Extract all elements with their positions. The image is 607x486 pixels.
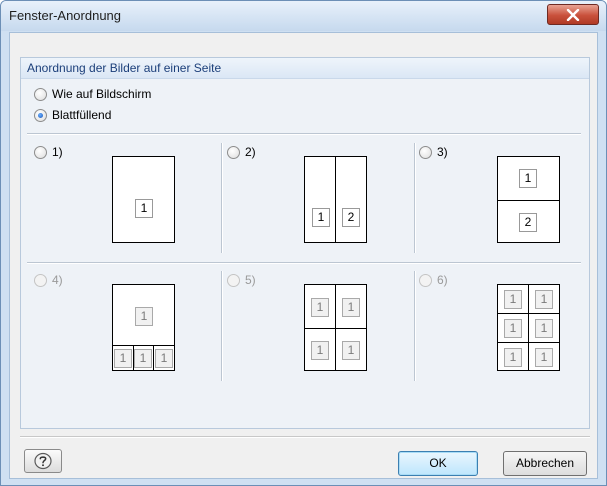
cell-number: 1 xyxy=(535,348,553,367)
cell-number: 1 xyxy=(342,341,360,360)
layout-4-label[interactable]: 4) xyxy=(52,273,63,287)
separator-middle xyxy=(27,262,581,264)
radio-blattfuellend[interactable] xyxy=(34,109,47,122)
close-button[interactable] xyxy=(547,4,599,25)
dialog-window: Fenster-Anordnung Anordnung der Bilder a… xyxy=(0,0,607,486)
separator-top xyxy=(27,133,581,135)
radio-label-blattfuellend[interactable]: Blattfüllend xyxy=(52,108,111,122)
cell-number: 1 xyxy=(519,169,537,188)
radio-layout-6[interactable] xyxy=(419,274,432,287)
cell-number: 1 xyxy=(504,319,522,338)
cell-number: 1 xyxy=(155,349,173,368)
group-title: Anordnung der Bilder auf einer Seite xyxy=(27,61,222,75)
vertical-separator xyxy=(221,143,223,253)
layout-3-preview[interactable]: 1 2 xyxy=(497,156,560,243)
cell-number: 1 xyxy=(312,208,330,227)
layout-6-preview[interactable]: 1 1 1 1 1 1 xyxy=(497,284,560,371)
group-body: Wie auf Bildschirm Blattfüllend 1) 1 2) xyxy=(21,79,589,428)
cell-number: 1 xyxy=(504,348,522,367)
dialog-client-area: Anordnung der Bilder auf einer Seite Wie… xyxy=(9,32,598,479)
radio-layout-2[interactable] xyxy=(227,146,240,159)
footer-separator xyxy=(20,436,590,438)
cell-number: 1 xyxy=(134,349,152,368)
cell-number: 1 xyxy=(535,319,553,338)
radio-label-wie-auf-bildschirm[interactable]: Wie auf Bildschirm xyxy=(52,87,151,101)
layout-2-label[interactable]: 2) xyxy=(245,145,256,159)
radio-layout-5[interactable] xyxy=(227,274,240,287)
radio-layout-3[interactable] xyxy=(419,146,432,159)
title-bar[interactable]: Fenster-Anordnung xyxy=(1,1,606,31)
radio-wie-auf-bildschirm[interactable] xyxy=(34,88,47,101)
cell-number: 2 xyxy=(519,213,537,232)
radio-layout-4[interactable] xyxy=(34,274,47,287)
cell-number: 2 xyxy=(342,208,360,227)
arrangement-group: Anordnung der Bilder auf einer Seite Wie… xyxy=(20,57,590,429)
close-icon xyxy=(566,8,580,21)
layout-1-preview[interactable]: 1 xyxy=(112,156,175,243)
layout-2-preview[interactable]: 1 2 xyxy=(304,156,367,243)
group-header: Anordnung der Bilder auf einer Seite xyxy=(21,58,589,79)
page-divider xyxy=(153,345,154,370)
window-title: Fenster-Anordnung xyxy=(9,8,122,23)
cell-number: 1 xyxy=(135,307,153,326)
cell-number: 1 xyxy=(342,298,360,317)
cell-number: 1 xyxy=(135,199,153,218)
radio-layout-1[interactable] xyxy=(34,146,47,159)
page-divider xyxy=(335,285,336,370)
vertical-separator xyxy=(221,271,223,381)
layout-4-preview[interactable]: 1 1 1 1 xyxy=(112,284,175,371)
cancel-button[interactable]: Abbrechen xyxy=(503,451,587,476)
cell-number: 1 xyxy=(311,298,329,317)
page-divider xyxy=(113,345,174,346)
page-divider xyxy=(498,200,559,201)
help-button[interactable] xyxy=(24,449,62,473)
layout-5-label[interactable]: 5) xyxy=(245,273,256,287)
ok-button[interactable]: OK xyxy=(398,451,478,476)
layout-5-preview[interactable]: 1 1 1 1 xyxy=(304,284,367,371)
vertical-separator xyxy=(414,271,416,381)
layout-6-label[interactable]: 6) xyxy=(437,273,448,287)
page-divider xyxy=(335,157,336,242)
cell-number: 1 xyxy=(535,290,553,309)
vertical-separator xyxy=(414,143,416,253)
cell-number: 1 xyxy=(311,341,329,360)
page-divider xyxy=(528,285,529,370)
cell-number: 1 xyxy=(114,349,132,368)
layout-1-label[interactable]: 1) xyxy=(52,145,63,159)
layout-3-label[interactable]: 3) xyxy=(437,145,448,159)
cell-number: 1 xyxy=(504,290,522,309)
help-icon xyxy=(34,452,52,470)
